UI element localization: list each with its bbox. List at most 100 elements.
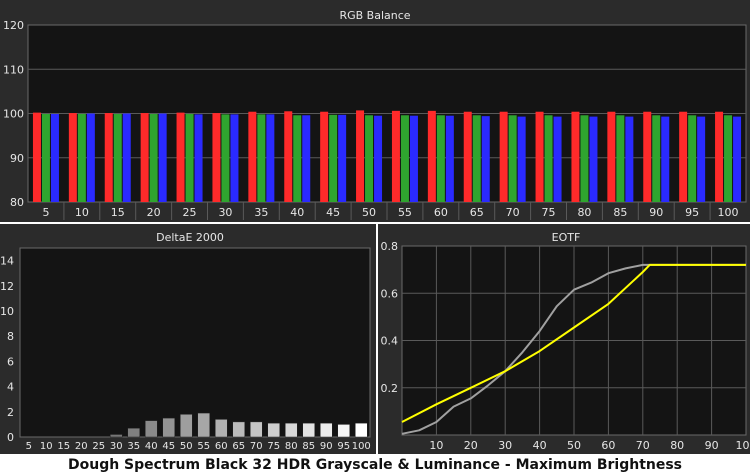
charts-canvas: RGB Balance80901001101205 10 15 20 25 30 35 40 4… <box>0 0 750 454</box>
eotf-xtick-label: 60 <box>601 439 615 452</box>
rgb-bar-red <box>356 110 365 202</box>
deltae-title: DeltaE 2000 <box>156 231 224 244</box>
rgb-bar-red <box>248 111 257 202</box>
rgb-bar-blue <box>302 115 311 202</box>
deltae-ytick-label: 12 <box>0 280 14 293</box>
rgb-bar-green <box>472 115 481 202</box>
rgb-xtick-label: 20 <box>147 206 161 219</box>
deltae-xtick-label: 45 <box>162 441 175 452</box>
deltae-bar <box>180 414 193 438</box>
rgb-ytick-label: 90 <box>10 152 24 165</box>
deltae-bar <box>285 422 298 438</box>
rgb-bar-red <box>499 111 508 202</box>
deltae-bar <box>320 422 333 438</box>
deltae-ytick-label: 6 <box>7 355 14 368</box>
deltae-xtick-label: 40 <box>145 441 158 452</box>
rgb-bar-red <box>320 111 329 202</box>
deltae-xtick-label: 20 <box>75 441 88 452</box>
deltae-bar <box>110 434 123 438</box>
rgb-bar-green <box>400 115 409 202</box>
deltae-xtick-label: 55 <box>197 441 210 452</box>
deltae-bar <box>145 420 158 438</box>
deltae-ytick-label: 8 <box>7 330 14 343</box>
deltae-xtick-label: 85 <box>302 441 315 452</box>
deltae-xtick-label: 75 <box>267 441 280 452</box>
rgb-bar-green <box>293 115 302 202</box>
eotf-xtick-label: 20 <box>464 439 478 452</box>
deltae-bar <box>355 422 368 438</box>
deltae-bar <box>302 422 315 438</box>
deltae-bar <box>127 427 140 438</box>
rgb-bar-green <box>257 114 266 202</box>
rgb-bar-red <box>571 111 580 202</box>
rgb-xtick-label: 55 <box>398 206 412 219</box>
rgb-title: RGB Balance <box>339 9 410 22</box>
rgb-bar-blue <box>374 115 383 202</box>
rgb-xtick-label: 30 <box>218 206 232 219</box>
deltae-xtick-label: 90 <box>320 441 333 452</box>
deltae-bar <box>197 412 210 438</box>
deltae-xtick-label: 5 <box>26 441 32 452</box>
deltae-ytick-label: 14 <box>0 255 14 268</box>
eotf-xtick-label: 10 <box>429 439 443 452</box>
eotf-xtick-label: 30 <box>498 439 512 452</box>
eotf-xtick-label: 70 <box>636 439 650 452</box>
rgb-ytick-label: 120 <box>3 19 24 32</box>
rgb-bar-blue <box>86 113 95 202</box>
rgb-bar-green <box>77 113 86 202</box>
rgb-bar-green <box>41 113 50 202</box>
rgb-bar-red <box>212 113 221 202</box>
rgb-bar-green <box>544 115 553 202</box>
rgb-xtick-label: 90 <box>649 206 663 219</box>
eotf-xtick-label: 90 <box>705 439 719 452</box>
deltae-xtick-label: 70 <box>250 441 263 452</box>
rgb-bar-green <box>185 113 194 202</box>
eotf-ytick-label: 0.8 <box>381 240 399 253</box>
rgb-bar-blue <box>158 113 167 202</box>
deltae-xtick-label: 30 <box>110 441 123 452</box>
rgb-bar-blue <box>733 116 742 202</box>
rgb-ytick-label: 80 <box>10 196 24 209</box>
rgb-bar-red <box>463 111 472 202</box>
rgb-bar-blue <box>625 116 634 202</box>
rgb-bar-green <box>436 115 445 202</box>
eotf-xtick-label: 40 <box>533 439 547 452</box>
rgb-bar-green <box>652 115 661 202</box>
deltae-bar <box>250 421 263 438</box>
rgb-bar-red <box>140 113 149 202</box>
rgb-bar-red <box>643 111 652 202</box>
rgb-xtick-label: 95 <box>685 206 699 219</box>
eotf-xtick-label: 50 <box>567 439 581 452</box>
deltae-bar <box>232 421 245 438</box>
deltae-xtick-label: 25 <box>92 441 105 452</box>
deltae-xtick-label: 15 <box>57 441 70 452</box>
rgb-bar-blue <box>589 116 598 202</box>
eotf-xtick-label: 80 <box>670 439 684 452</box>
rgb-bar-red <box>679 111 688 202</box>
deltae-xtick-label: 80 <box>285 441 298 452</box>
rgb-bar-red <box>284 111 293 202</box>
deltae-bar <box>162 417 175 438</box>
rgb-bar-blue <box>194 114 203 202</box>
deltae-xtick-label: 65 <box>232 441 245 452</box>
rgb-bar-red <box>535 111 544 202</box>
rgb-bar-red <box>32 112 41 202</box>
rgb-bar-blue <box>50 113 59 202</box>
rgb-bar-green <box>329 114 338 202</box>
eotf-title: EOTF <box>552 231 581 244</box>
rgb-bar-blue <box>553 116 562 202</box>
deltae-xtick-label: 35 <box>127 441 140 452</box>
rgb-xtick-label: 75 <box>542 206 556 219</box>
rgb-bar-red <box>104 113 113 202</box>
rgb-xtick-label: 15 <box>111 206 125 219</box>
rgb-bar-green <box>365 115 374 202</box>
rgb-bar-green <box>221 114 230 202</box>
rgb-xtick-label: 65 <box>470 206 484 219</box>
rgb-xtick-label: 50 <box>362 206 376 219</box>
eotf-ytick-label: 0.4 <box>381 335 399 348</box>
rgb-ytick-label: 100 <box>3 108 24 121</box>
deltae-ytick-label: 10 <box>0 305 14 318</box>
rgb-bar-green <box>724 115 733 202</box>
deltae-ytick-label: 0 <box>7 431 14 444</box>
rgb-bar-red <box>607 111 616 202</box>
